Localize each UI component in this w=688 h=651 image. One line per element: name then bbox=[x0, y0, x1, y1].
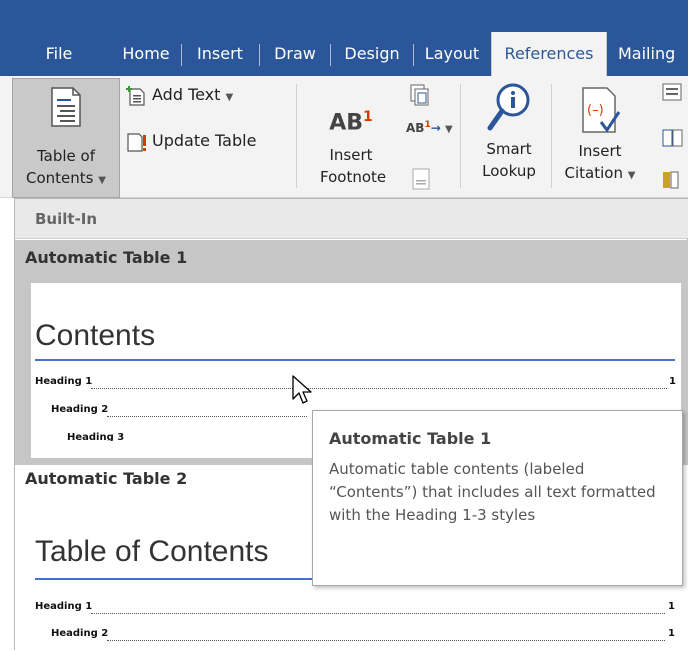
ab-superscript: 1 bbox=[363, 109, 373, 125]
tooltip-body: Automatic table contents (labeled “Conte… bbox=[329, 460, 656, 524]
update-table-button[interactable]: Update Table bbox=[126, 128, 256, 154]
tooltip-title: Automatic Table 1 bbox=[329, 429, 492, 448]
dropdown-arrow-icon: ▼ bbox=[627, 170, 636, 181]
toc-label-text: Contents bbox=[26, 169, 94, 187]
dropdown-arrow-icon: ▼ bbox=[98, 175, 106, 186]
tab-insert[interactable]: Insert bbox=[184, 32, 256, 76]
gallery-tooltip: Automatic Table 1 Automatic table conten… bbox=[312, 410, 683, 586]
tab-separator bbox=[330, 44, 331, 66]
toc-leader bbox=[107, 640, 665, 641]
toc-leader bbox=[107, 416, 307, 417]
tab-separator bbox=[181, 44, 182, 66]
tab-separator bbox=[259, 44, 260, 66]
show-notes-icon[interactable] bbox=[412, 168, 430, 194]
table-of-contents-icon bbox=[51, 87, 81, 127]
preview-rule bbox=[35, 359, 675, 361]
group-separator bbox=[551, 84, 552, 188]
tab-layout[interactable]: Layout bbox=[416, 32, 488, 76]
style-icon[interactable] bbox=[662, 128, 684, 154]
bibliography-icon[interactable] bbox=[662, 170, 684, 196]
tab-home[interactable]: Home bbox=[114, 32, 178, 76]
insert-footnote-button[interactable]: AB1 Insert Footnote bbox=[320, 100, 387, 188]
preview-heading: Contents bbox=[35, 319, 156, 352]
toc-page-number: 1 bbox=[668, 601, 675, 612]
update-table-label: Update Table bbox=[152, 131, 257, 150]
group-separator bbox=[296, 84, 297, 188]
dropdown-arrow-icon: ▼ bbox=[225, 92, 234, 103]
toc-leader bbox=[91, 388, 667, 389]
smart-lookup-button[interactable]: Smart Lookup bbox=[474, 82, 544, 182]
tab-references[interactable]: References bbox=[491, 32, 607, 76]
tab-separator bbox=[413, 44, 414, 66]
tab-design[interactable]: Design bbox=[333, 32, 411, 76]
table-of-contents-button[interactable]: Table of Contents ▼ bbox=[12, 78, 120, 198]
smart-lookup-label-2: Lookup bbox=[482, 162, 536, 180]
smart-lookup-icon bbox=[487, 83, 530, 131]
add-text-icon bbox=[126, 85, 145, 106]
insert-citation-label-2: Citation bbox=[564, 164, 623, 182]
gallery-item-title: Automatic Table 2 bbox=[25, 469, 188, 488]
gallery-item-title: Automatic Table 1 bbox=[25, 248, 188, 267]
preview-heading: Table of Contents bbox=[35, 535, 269, 568]
toc-entry: Heading 3 bbox=[67, 432, 125, 441]
svg-text:(–): (–) bbox=[587, 103, 604, 118]
mouse-pointer-icon bbox=[292, 375, 312, 404]
ribbon-tab-bar: File Home Insert Draw Design Layout Refe… bbox=[0, 0, 688, 76]
next-footnote-icon[interactable]: AB1→ ▼ bbox=[406, 120, 453, 135]
insert-endnote-icon[interactable] bbox=[410, 84, 432, 112]
toc-entry: Heading 2 bbox=[51, 628, 109, 639]
tab-draw[interactable]: Draw bbox=[262, 32, 328, 76]
tab-file[interactable]: File bbox=[28, 32, 90, 76]
insert-citation-label-2-wrap: Citation ▼ bbox=[560, 162, 640, 187]
references-ribbon: Table of Contents ▼ Add Text ▼ Update Ta… bbox=[0, 76, 688, 198]
toc-leader bbox=[91, 613, 665, 614]
insert-footnote-label-1: Insert bbox=[329, 146, 373, 164]
smart-lookup-label-1: Smart bbox=[486, 140, 532, 158]
toc-page-number: 1 bbox=[669, 376, 676, 387]
insert-citation-label-1: Insert bbox=[578, 142, 622, 160]
toc-label-line2: Contents ▼ bbox=[13, 167, 119, 192]
insert-citation-icon: (–) bbox=[582, 87, 621, 133]
toc-entry: Heading 1 bbox=[35, 376, 93, 387]
toc-page-number: 1 bbox=[668, 628, 675, 639]
update-table-icon bbox=[127, 132, 146, 152]
insert-footnote-label-2: Footnote bbox=[320, 168, 387, 186]
tab-mailings[interactable]: Mailing bbox=[610, 32, 688, 76]
add-text-label: Add Text bbox=[152, 85, 221, 104]
insert-citation-button[interactable]: (–) Insert Citation ▼ bbox=[560, 86, 640, 187]
add-text-button[interactable]: Add Text ▼ bbox=[126, 82, 233, 108]
ab-text: AB bbox=[329, 110, 364, 136]
group-separator bbox=[460, 84, 461, 188]
manage-sources-icon[interactable] bbox=[662, 82, 684, 108]
gallery-section-header: Built-In bbox=[15, 199, 688, 239]
toc-label-line1: Table of bbox=[36, 147, 95, 165]
toc-entry: Heading 2 bbox=[51, 404, 109, 415]
toc-entry: Heading 1 bbox=[35, 601, 93, 612]
footnote-ab-icon: AB1 bbox=[320, 100, 382, 136]
